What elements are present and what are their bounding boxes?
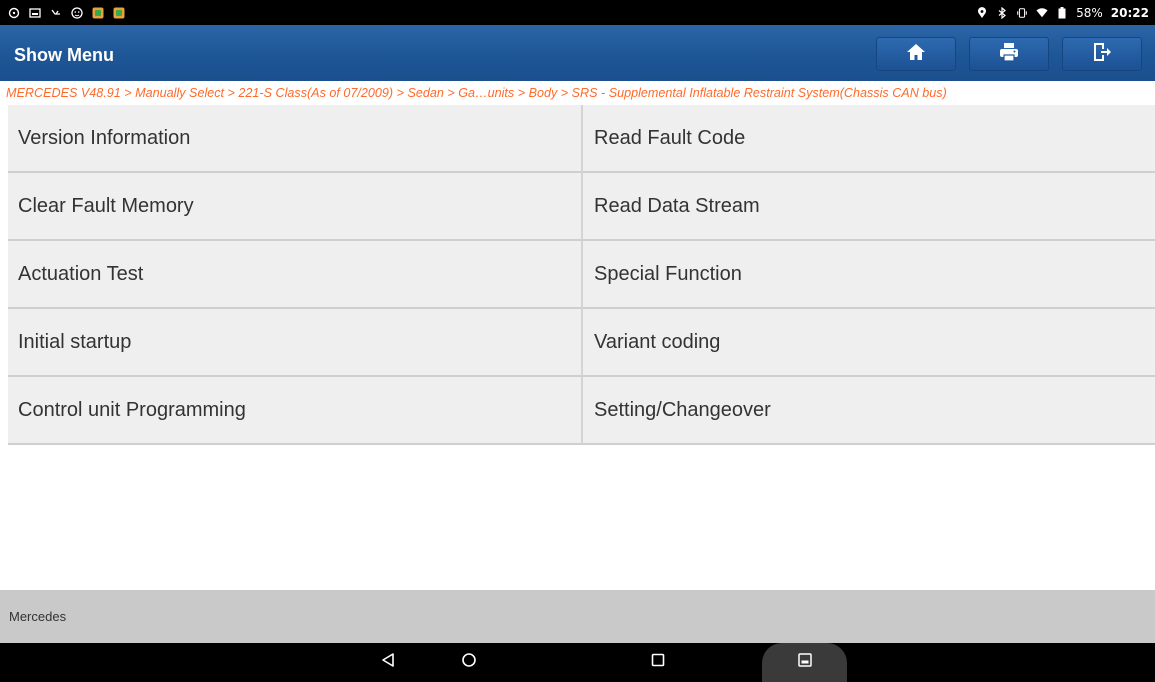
- usb-icon: [50, 7, 62, 19]
- function-menu: Version Information Read Fault Code Clea…: [8, 105, 1155, 445]
- battery-icon: [1056, 6, 1068, 19]
- menu-item-actuation-test[interactable]: Actuation Test: [8, 241, 583, 309]
- menu-item-read-data-stream[interactable]: Read Data Stream: [583, 173, 1155, 241]
- screenshot-pill-icon: [797, 653, 812, 672]
- clock: 20:22: [1110, 5, 1149, 20]
- back-icon: [380, 652, 396, 673]
- exit-icon: [1092, 42, 1112, 67]
- footer-label: Mercedes: [9, 609, 67, 624]
- menu-item-clear-fault-memory[interactable]: Clear Fault Memory: [8, 173, 583, 241]
- home-nav-button[interactable]: [454, 651, 484, 673]
- menu-item-variant-coding[interactable]: Variant coding: [583, 309, 1155, 377]
- menu-item-control-unit-programming[interactable]: Control unit Programming: [8, 377, 583, 445]
- status-right-icons: 58% 20:22: [976, 6, 1149, 20]
- back-button[interactable]: [373, 651, 403, 673]
- home-icon: [906, 43, 926, 66]
- wifi-icon: [1036, 6, 1048, 19]
- menu-item-version-information[interactable]: Version Information: [8, 105, 583, 173]
- footer-bar: Mercedes: [0, 590, 1155, 643]
- menu-item-special-function[interactable]: Special Function: [583, 241, 1155, 309]
- menu-item-initial-startup[interactable]: Initial startup: [8, 309, 583, 377]
- recents-icon: [651, 653, 665, 672]
- battery-percentage: 58%: [1076, 5, 1103, 20]
- app-icon-1: [92, 7, 104, 19]
- bluetooth-icon: [996, 6, 1008, 19]
- status-bar: 58% 20:22: [0, 0, 1155, 25]
- menu-item-setting-changeover[interactable]: Setting/Changeover: [583, 377, 1155, 445]
- title-bar: Show Menu: [0, 25, 1155, 81]
- screenshot-pill-button[interactable]: [762, 643, 847, 682]
- location-icon: [976, 6, 988, 19]
- vibrate-icon: [1016, 6, 1028, 19]
- exit-button[interactable]: [1062, 37, 1142, 71]
- face-icon: [71, 6, 83, 19]
- menu-item-read-fault-code[interactable]: Read Fault Code: [583, 105, 1155, 173]
- home-button[interactable]: [876, 37, 956, 71]
- screenshot-icon: [29, 7, 41, 19]
- page-title: Show Menu: [14, 45, 114, 65]
- print-icon: [999, 42, 1019, 67]
- dvd-icon: [8, 7, 20, 19]
- status-left-icons: [8, 6, 125, 19]
- breadcrumb: MERCEDES V48.91 > Manually Select > 221-…: [0, 81, 1155, 105]
- navigation-bar: [0, 643, 1155, 682]
- recents-button[interactable]: [643, 651, 673, 673]
- home-circle-icon: [461, 652, 477, 673]
- app-icon-2: [113, 7, 125, 19]
- print-button[interactable]: [969, 37, 1049, 71]
